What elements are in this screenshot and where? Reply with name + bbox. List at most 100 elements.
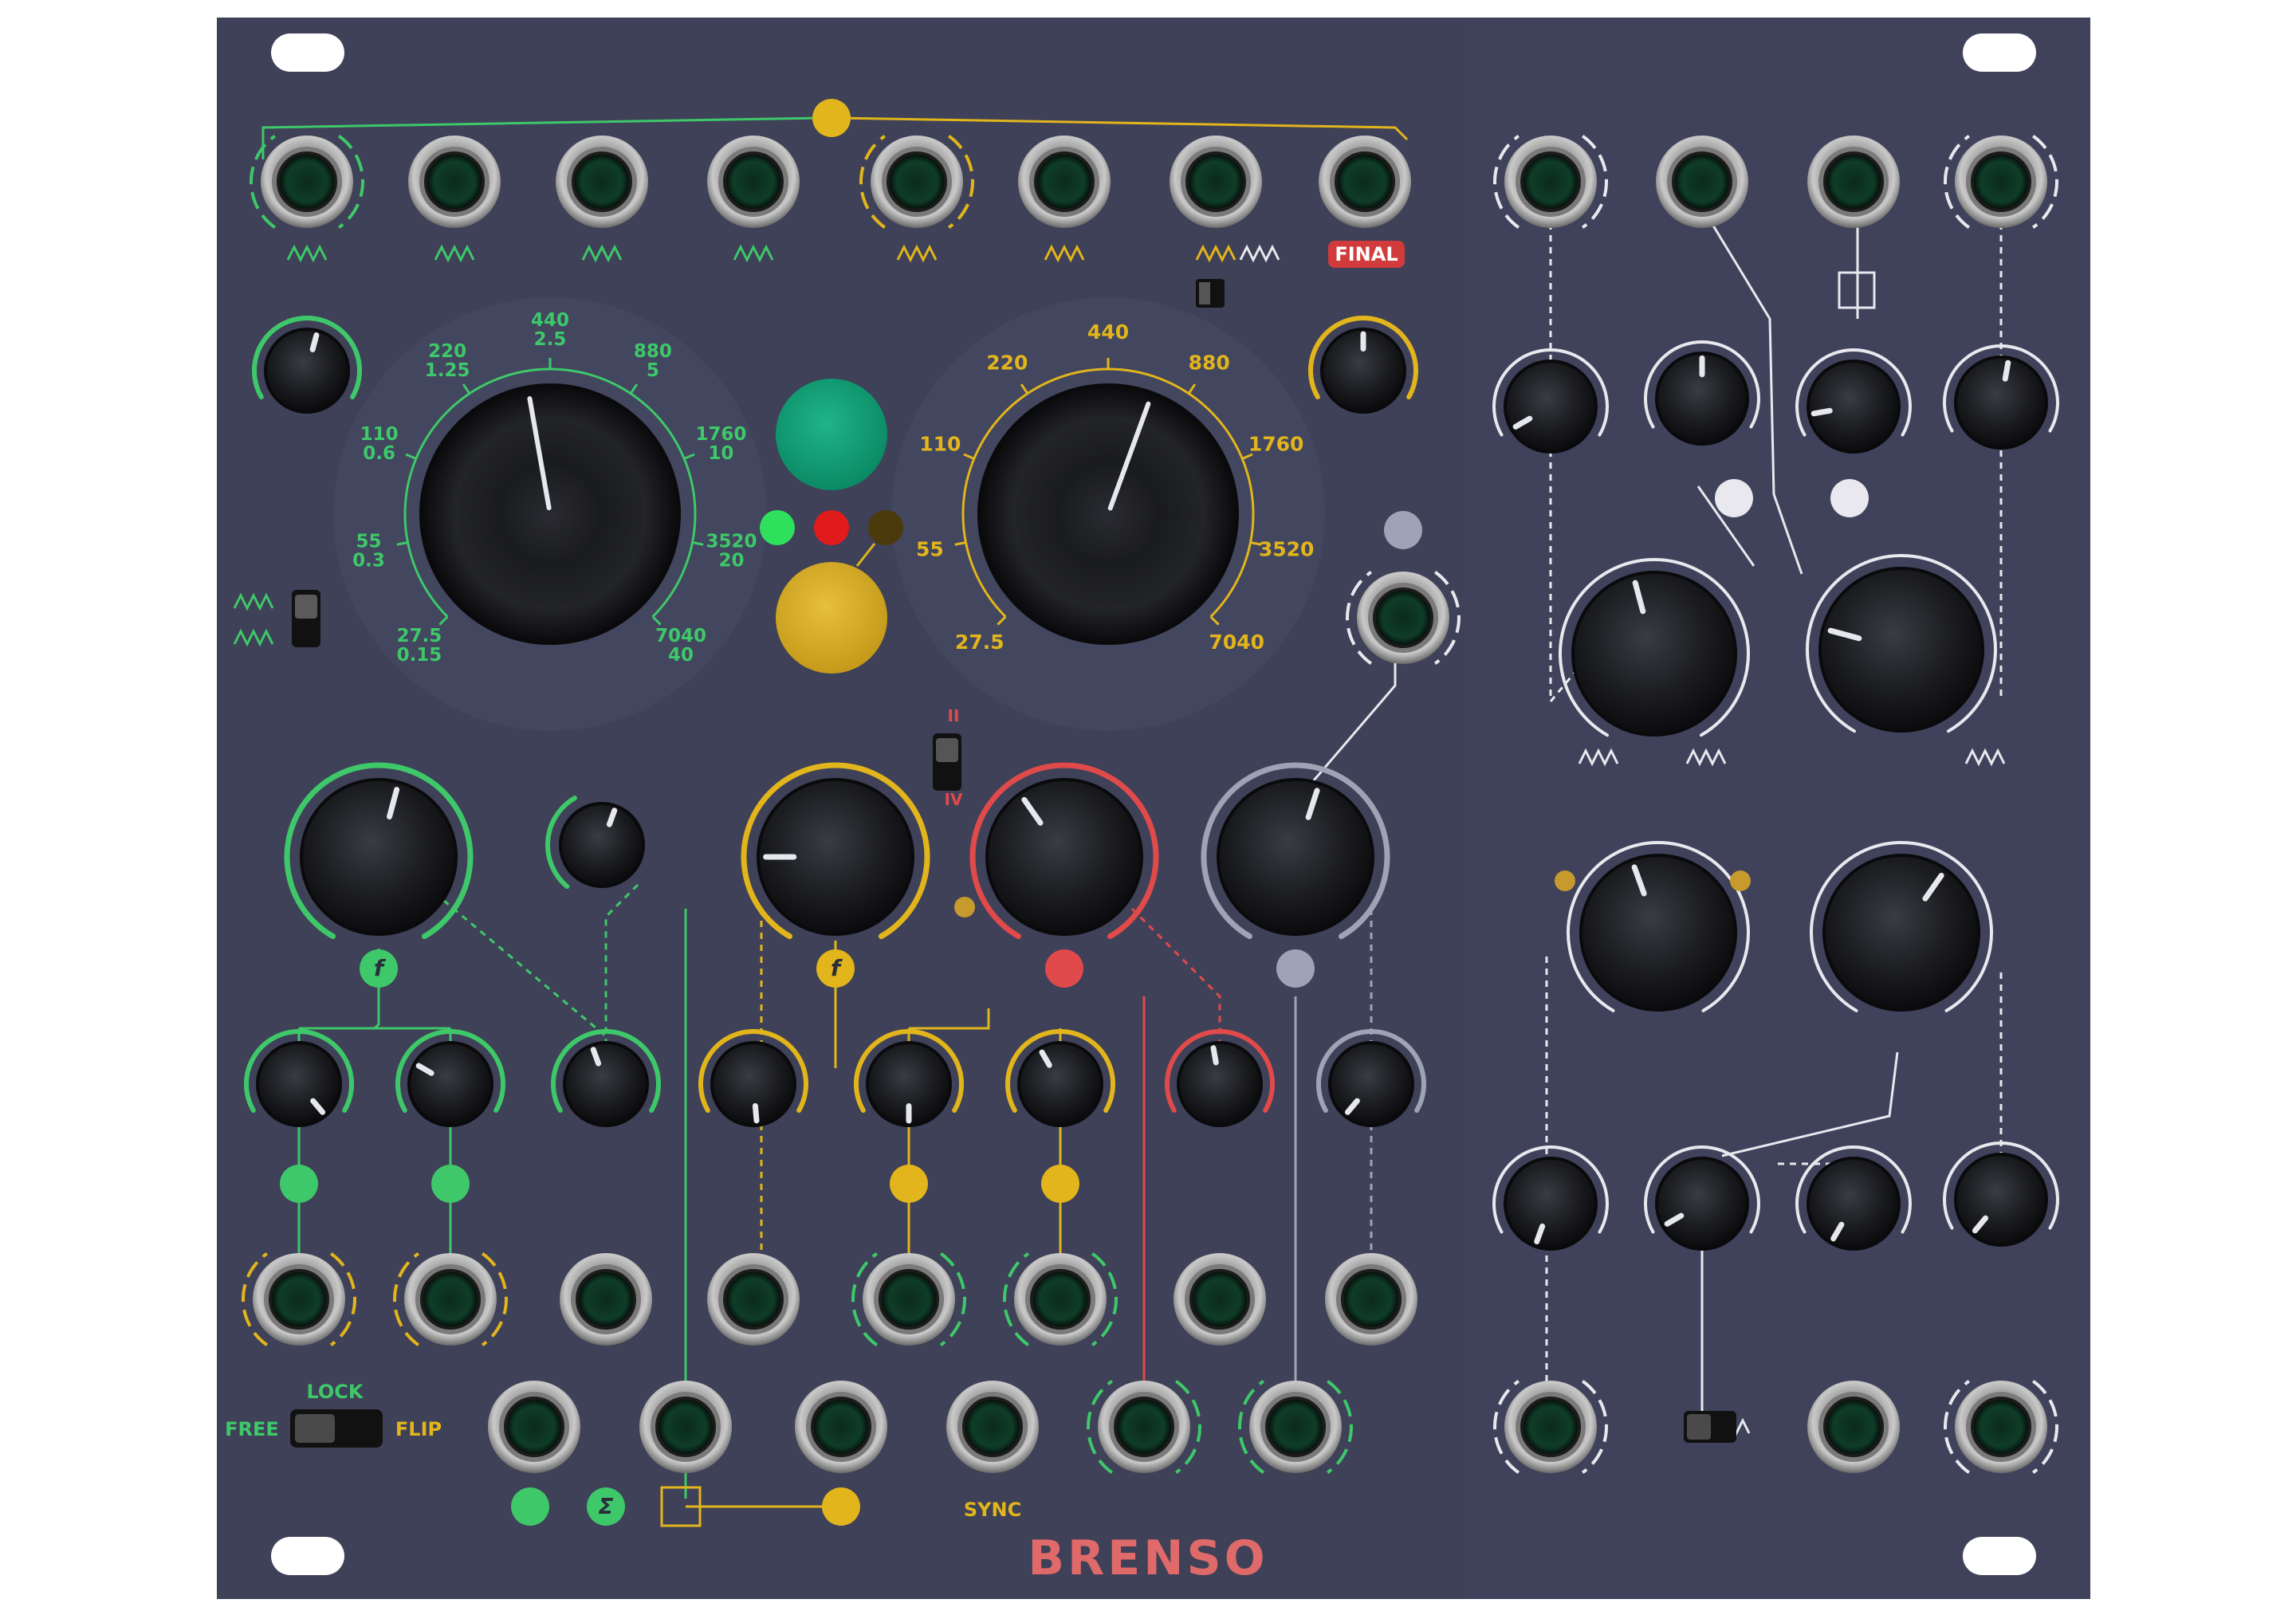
right-attn-2-knob[interactable] [1655,352,1749,446]
osc2-fine-knob[interactable] [1320,328,1406,414]
top-output-jack-8[interactable] [1319,136,1411,228]
note-input-icon [822,1487,860,1526]
sync-input-jack[interactable] [1357,572,1449,664]
fold-cv-knob[interactable] [1177,1041,1263,1127]
brand-logo-text: BRENSO [1028,1530,1268,1586]
right-attn-1-knob[interactable] [1504,360,1598,454]
left-scale-sublabel: 10 [708,443,733,464]
right-top-jack-4[interactable] [1955,136,2047,228]
osc2-cv-1-knob[interactable] [710,1041,796,1127]
linear-curve-icon [431,1165,470,1203]
cv-input-jack-3[interactable] [560,1253,652,1346]
cv-input-jack-7[interactable] [1174,1253,1266,1346]
red-led [814,510,849,545]
waveform-range-switch[interactable] [292,590,320,647]
cv-input-jack-2[interactable] [404,1253,497,1346]
output-level-knob[interactable] [1217,778,1374,936]
top-output-jack-6[interactable] [1018,136,1111,228]
cv-input-jack-4[interactable] [707,1253,800,1346]
envelope-shape-knob[interactable] [1579,854,1737,1012]
right-cv-1-knob[interactable] [1504,1157,1598,1251]
level-cv-knob[interactable] [1328,1041,1414,1127]
bottom-jack-1[interactable] [488,1381,580,1473]
fold-symbol-icon [1045,949,1083,988]
osc1-cv-1-knob[interactable] [256,1041,342,1127]
trim-screw[interactable] [1730,870,1751,891]
trim-screw[interactable] [1555,870,1575,891]
top-output-jack-4[interactable] [707,136,800,228]
left-scale-sublabel: 1.25 [425,360,470,381]
yellow-led [868,510,903,545]
right-cv-2-knob[interactable] [1655,1157,1749,1251]
bottom-jack-6[interactable] [1249,1381,1342,1473]
left-scale-sublabel: 40 [668,645,694,666]
octave-switch[interactable] [933,733,961,791]
pulse-mode-switch[interactable] [1196,279,1225,308]
svg-text:Σ: Σ [598,1493,613,1519]
cv-input-jack-6[interactable] [1014,1253,1107,1346]
top-output-jack-3[interactable] [556,136,648,228]
osc2-fm-knob[interactable] [757,778,914,936]
left-scale-label: 27.5 [397,626,442,646]
right-scale-label: 1760 [1248,433,1304,456]
bottom-jack-3[interactable] [795,1381,887,1473]
right-bottom-jack-1[interactable] [1504,1381,1597,1473]
sync-up-icon [1384,511,1422,549]
top-output-jack-1[interactable] [261,136,353,228]
level-symbol-icon [1276,949,1315,988]
right-scale-label: 880 [1189,351,1230,374]
left-scale-sublabel: 5 [647,360,659,381]
top-output-jack-7[interactable] [1170,136,1262,228]
right-attn-3-knob[interactable] [1807,360,1901,454]
green-led [760,510,795,545]
left-scale-sublabel: 20 [719,550,745,571]
right-scale-label: 110 [919,433,961,456]
left-scale-sublabel: 0.3 [352,550,385,571]
right-attn-4-knob[interactable] [1954,356,2048,450]
sync-label: SYNC [964,1499,1021,1521]
bottom-jack-5[interactable] [1098,1381,1190,1473]
wavefold-knob[interactable] [985,778,1143,936]
right-cv-3-knob[interactable] [1807,1157,1901,1251]
bottom-jack-4[interactable] [946,1381,1039,1473]
lfo-shape-switch[interactable] [1684,1411,1736,1443]
right-scale-label: 7040 [1209,631,1264,654]
osc1-mod-knob[interactable] [559,802,645,888]
top-output-jack-2[interactable] [408,136,501,228]
cv-input-jack-5[interactable] [863,1253,955,1346]
green-button[interactable] [776,379,887,490]
osc2-frequency-knob[interactable] [977,383,1239,645]
left-scale-label: 220 [428,341,466,362]
right-bottom-jack-3[interactable] [1955,1381,2047,1473]
cv-input-jack-8[interactable] [1325,1253,1417,1346]
osc1-fine-knob[interactable] [264,328,350,414]
lfo-rate-knob[interactable] [1818,567,1984,733]
right-cv-4-knob[interactable] [1954,1153,2048,1247]
right-top-jack-3[interactable] [1807,136,1900,228]
right-top-jack-2[interactable] [1656,136,1748,228]
left-scale-label: 1760 [695,424,746,445]
osc1-cv-2-knob[interactable] [407,1041,493,1127]
osc1-fm-knob[interactable] [300,778,458,936]
osc1-frequency-knob[interactable] [419,383,681,645]
osc2-cv-3-knob[interactable] [1017,1041,1103,1127]
right-scale-label: 440 [1087,320,1129,344]
mount-hole [271,1537,344,1575]
mount-hole [1963,1537,2036,1575]
bottom-jack-2[interactable] [639,1381,732,1473]
slew-knob[interactable] [1822,854,1980,1012]
octave-iv-label: IV [945,790,963,809]
right-bottom-jack-2[interactable] [1807,1381,1900,1473]
left-scale-label: 3520 [706,531,757,552]
cv-input-jack-1[interactable] [253,1253,345,1346]
linear-curve-icon [1041,1165,1079,1203]
left-scale-label: 7040 [655,626,706,646]
top-output-jack-5[interactable] [871,136,963,228]
shape-knob[interactable] [1571,571,1737,737]
yellow-button[interactable] [776,562,887,674]
osc2-cv-2-knob[interactable] [866,1041,952,1127]
trim-screw[interactable] [954,897,975,917]
free-lock-flip-switch[interactable] [290,1409,383,1448]
osc1-cv-3-knob[interactable] [563,1041,649,1127]
right-top-jack-1[interactable] [1504,136,1597,228]
